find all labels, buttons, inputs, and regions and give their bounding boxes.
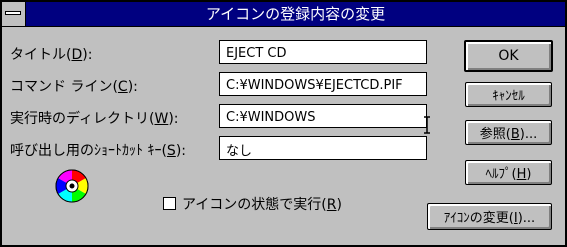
working-directory-label: 実行時のディレクトリ(W): — [10, 111, 179, 127]
shortcut-key-input[interactable] — [219, 136, 427, 160]
shortcut-key-label: 呼び出し用のｼｮｰﾄｶｯﾄ ｷｰ(S): — [10, 143, 186, 159]
title-label: タイトル(D): — [10, 47, 93, 63]
help-button[interactable]: ﾍﾙﾌﾟ(H) — [465, 160, 552, 185]
dialog-window: アイコンの登録内容の変更 タイトル(D): コマンド ライン(C): 実行時のデ… — [0, 0, 567, 247]
text-cursor-icon — [424, 116, 430, 134]
checkbox-box[interactable] — [163, 197, 176, 210]
command-line-input[interactable] — [219, 72, 427, 96]
system-menu-icon — [5, 11, 21, 15]
working-directory-input[interactable] — [219, 104, 427, 128]
run-minimized-checkbox[interactable]: アイコンの状態で実行(R) — [163, 194, 342, 213]
title-input[interactable] — [219, 40, 427, 64]
cd-disc-icon — [55, 169, 89, 203]
system-menu-button[interactable] — [2, 2, 26, 26]
command-line-label: コマンド ライン(C): — [10, 79, 138, 95]
change-icon-button[interactable]: ｱｲｺﾝの変更(I)... — [427, 203, 552, 230]
title-bar: アイコンの登録内容の変更 — [2, 2, 565, 27]
browse-button[interactable]: 参照(B)... — [465, 120, 552, 145]
ok-button[interactable]: OK — [464, 40, 553, 72]
dialog-title: アイコンの登録内容の変更 — [205, 5, 386, 23]
cancel-button[interactable]: ｷｬﾝｾﾙ — [465, 82, 552, 107]
